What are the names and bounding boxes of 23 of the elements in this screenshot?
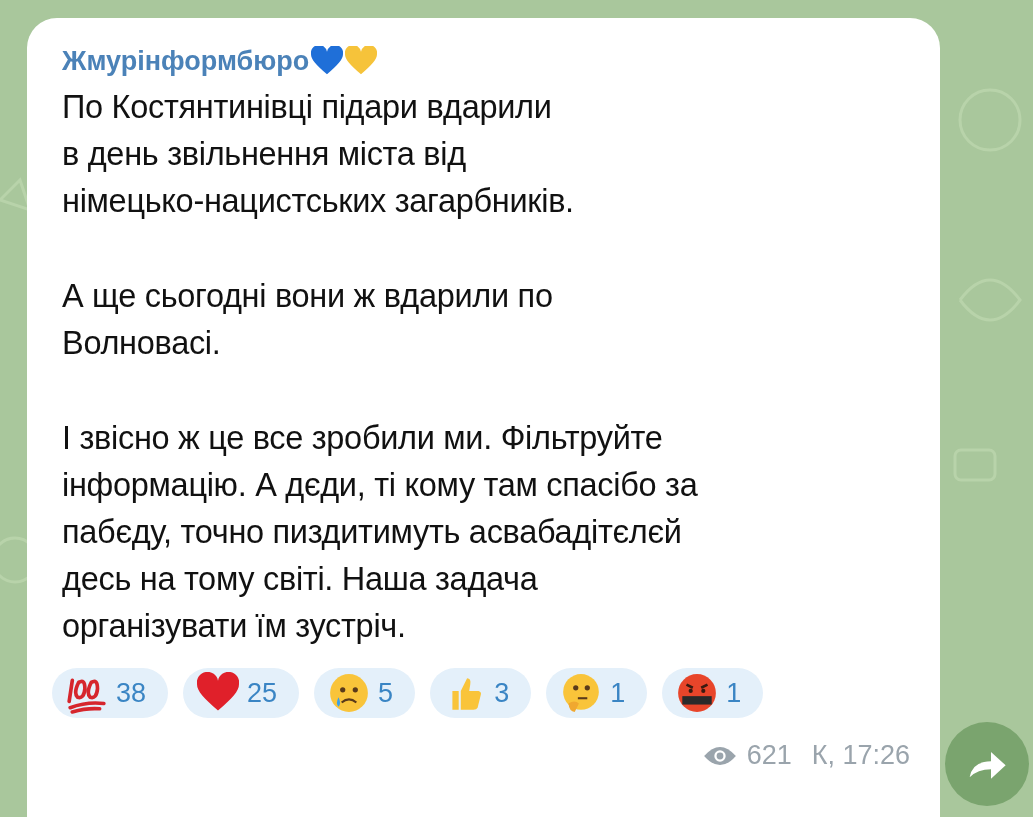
- message-text: І звісно ж це все зробили ми. Фільтруйте: [62, 419, 664, 458]
- message-text: організувати їм зустріч.: [62, 607, 407, 646]
- message-text: німецько-нацистських загарбників.: [62, 182, 575, 221]
- crying-face-icon: [328, 672, 371, 714]
- reaction-button[interactable]: 3: [430, 668, 532, 718]
- reaction-button[interactable]: 25: [183, 668, 300, 718]
- heart-icon: [345, 46, 378, 76]
- heart-icon: [311, 46, 344, 76]
- message-time: К, 17:26: [811, 740, 910, 771]
- message-text: інформацію. А дєди, ті кому там спасібо за: [62, 466, 699, 505]
- reaction-button[interactable]: 38: [52, 668, 169, 718]
- message-text: А ще сьогодні вони ж вдарили по: [62, 277, 554, 316]
- message-text: в день звільнення міста від: [62, 135, 467, 174]
- reaction-button[interactable]: 1: [662, 668, 764, 718]
- message-text: Волновасі.: [62, 324, 222, 363]
- message-text: десь на тому світі. Наша задача: [62, 560, 539, 599]
- message-text: По Костянтинівці підари вдарили: [62, 88, 553, 127]
- cursing-face-icon: [676, 672, 719, 714]
- sender-name[interactable]: Жмурінформбюро: [62, 45, 310, 77]
- view-count: 621: [746, 740, 792, 771]
- message-text: пабєду, точно пиздитимуть асвабадітєлєй: [62, 513, 683, 552]
- reaction-button[interactable]: 5: [314, 668, 416, 718]
- reaction-button[interactable]: 1: [546, 668, 648, 718]
